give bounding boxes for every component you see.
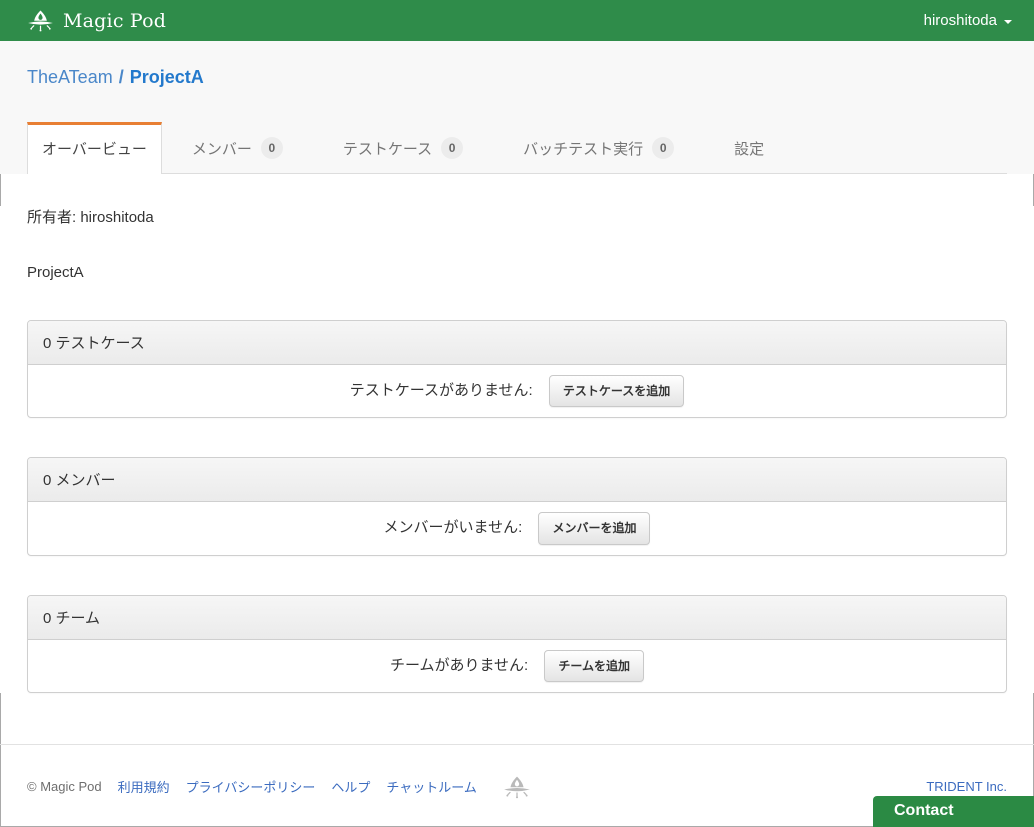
add-team-button[interactable]: チームを追加 xyxy=(544,649,645,683)
breadcrumb-separator: / xyxy=(118,67,124,87)
footer-ufo-logo-icon xyxy=(503,775,531,800)
test-cases-panel: 0 テストケース テストケースがありません: テストケースを追加 xyxy=(27,320,1007,419)
breadcrumb-project: ProjectA xyxy=(129,67,204,87)
brand-name: Magic Pod xyxy=(63,9,167,32)
overview-content: 所有者: hiroshitoda ProjectA 0 テストケース テストケー… xyxy=(0,206,1034,694)
members-empty-message: メンバーがいません: xyxy=(383,519,523,537)
username: hiroshitoda xyxy=(923,12,997,29)
test-cases-panel-body: テストケースがありません: テストケースを追加 xyxy=(28,365,1006,417)
tab-bar: オーバービュー メンバー 0 テストケース 0 バッチテスト実行 0 設定 xyxy=(27,122,1007,174)
test-cases-count-badge: 0 xyxy=(441,137,464,159)
members-panel: 0 メンバー メンバーがいません: メンバーを追加 xyxy=(27,457,1007,556)
tab-settings[interactable]: 設定 xyxy=(704,122,794,173)
teams-panel-title: 0 チーム xyxy=(28,595,1006,640)
test-cases-panel-title: 0 テストケース xyxy=(28,321,1006,365)
tab-members[interactable]: メンバー 0 xyxy=(162,122,313,173)
test-cases-empty-message: テストケースがありません: xyxy=(349,382,533,399)
members-panel-title: 0 メンバー xyxy=(28,458,1006,503)
user-menu-dropdown[interactable]: hiroshitoda xyxy=(924,12,1012,29)
top-navbar: Magic Pod hiroshitoda xyxy=(0,0,1034,41)
breadcrumb: TheATeam / ProjectA xyxy=(27,67,1007,88)
page-header: TheATeam / ProjectA オーバービュー メンバー 0 テストケース … xyxy=(0,41,1034,174)
batch-runs-count-badge: 0 xyxy=(652,137,675,159)
contact-button[interactable]: Contact xyxy=(873,796,1034,827)
teams-panel: 0 チーム チームがありません: チームを追加 xyxy=(27,594,1007,694)
project-name: ProjectA xyxy=(27,264,84,281)
add-test-case-button[interactable]: テストケースを追加 xyxy=(548,375,685,408)
tab-label: オーバービュー xyxy=(42,140,147,158)
tab-batch-runs[interactable]: バッチテスト実行 0 xyxy=(493,122,704,173)
footer-links: 利用規約 プライバシーポリシー ヘルプ チャットルーム xyxy=(118,777,477,796)
tab-label: テストケース xyxy=(342,140,433,158)
chat-room-link[interactable]: チャットルーム xyxy=(386,777,476,796)
tab-overview[interactable]: オーバービュー xyxy=(27,122,162,174)
tab-test-cases[interactable]: テストケース 0 xyxy=(313,122,493,173)
privacy-policy-link[interactable]: プライバシーポリシー xyxy=(186,777,316,796)
brand[interactable]: Magic Pod xyxy=(27,9,166,33)
tab-label: 設定 xyxy=(734,140,765,158)
terms-of-service-link[interactable]: 利用規約 xyxy=(118,777,170,796)
tab-label: バッチテスト実行 xyxy=(523,140,644,158)
teams-panel-body: チームがありません: チームを追加 xyxy=(28,640,1006,692)
owner-line: 所有者: hiroshitoda xyxy=(27,209,154,226)
chevron-down-icon xyxy=(1004,19,1012,24)
help-link[interactable]: ヘルプ xyxy=(331,777,370,796)
add-member-button[interactable]: メンバーを追加 xyxy=(538,512,651,545)
breadcrumb-organization-link[interactable]: TheATeam xyxy=(27,67,113,87)
tab-label: メンバー xyxy=(191,140,252,158)
members-panel-body: メンバーがいません: メンバーを追加 xyxy=(28,502,1006,554)
members-count-badge: 0 xyxy=(260,137,283,159)
magicpod-ufo-logo-icon xyxy=(27,9,54,33)
copyright: © Magic Pod xyxy=(27,779,102,795)
teams-empty-message: チームがありません: xyxy=(389,656,529,674)
trident-company-link[interactable]: TRIDENT Inc. xyxy=(926,779,1007,794)
